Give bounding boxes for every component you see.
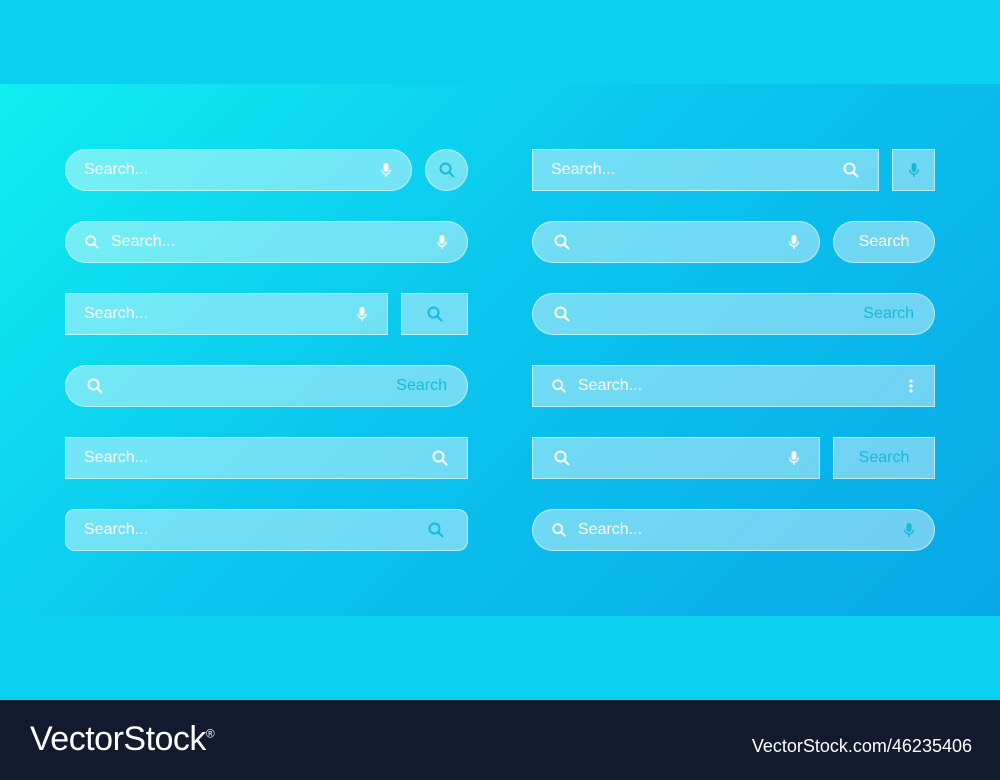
watermark-logo-text: VectorStock — [30, 720, 206, 758]
watermark-image-id: VectorStock.com/46235406 — [751, 736, 972, 756]
search-placeholder: Search... — [84, 161, 149, 178]
search-bar-left-1[interactable]: Search... — [65, 149, 412, 191]
search-placeholder: Search... — [84, 449, 149, 466]
search-icon — [553, 449, 571, 467]
more-vertical-icon[interactable] — [902, 377, 920, 395]
microphone-icon — [905, 161, 923, 179]
search-placeholder: Search... — [111, 233, 176, 250]
search-button-label: Search — [858, 233, 910, 250]
search-bar-left-4[interactable]: Search — [65, 365, 468, 407]
search-icon — [551, 522, 567, 538]
search-placeholder: Search... — [551, 161, 616, 178]
search-icon — [86, 377, 104, 395]
search-bar-right-6[interactable]: Search... — [532, 509, 935, 551]
search-bar-right-2[interactable] — [532, 221, 820, 263]
voice-search-button[interactable] — [892, 149, 935, 191]
search-bar-right-1[interactable]: Search... — [532, 149, 879, 191]
search-icon — [553, 233, 571, 251]
search-icon[interactable] — [842, 161, 860, 179]
search-bar-right-3[interactable]: Search — [532, 293, 935, 335]
search-bar-left-2[interactable]: Search... — [65, 221, 468, 263]
search-bar-left-3[interactable]: Search... — [65, 293, 388, 335]
search-icon — [438, 161, 456, 179]
watermark-logo: VectorStock® — [30, 720, 215, 759]
search-icon — [553, 305, 571, 323]
search-placeholder: Search... — [84, 521, 149, 538]
search-button-pill[interactable]: Search — [833, 221, 935, 263]
search-icon — [84, 234, 100, 250]
search-bar-right-4[interactable]: Search... — [532, 365, 935, 407]
registered-mark: ® — [205, 726, 215, 741]
search-icon — [551, 378, 567, 394]
microphone-icon[interactable] — [433, 233, 451, 251]
search-placeholder: Search... — [578, 521, 643, 538]
search-icon[interactable] — [431, 449, 449, 467]
search-button-rect[interactable]: Search — [833, 437, 935, 479]
search-button-label[interactable]: Search — [396, 377, 447, 395]
search-button-round[interactable] — [425, 149, 468, 191]
search-bar-right-5[interactable] — [532, 437, 820, 479]
search-button-label[interactable]: Search — [863, 305, 914, 323]
search-bar-left-6[interactable]: Search... — [65, 509, 468, 551]
microphone-icon[interactable] — [785, 233, 803, 251]
microphone-icon[interactable] — [377, 161, 395, 179]
search-placeholder: Search... — [578, 377, 643, 394]
microphone-icon[interactable] — [900, 521, 918, 539]
bottom-band — [0, 616, 1000, 700]
search-bar-left-5[interactable]: Search... — [65, 437, 468, 479]
search-icon — [426, 305, 444, 323]
microphone-icon[interactable] — [785, 449, 803, 467]
search-button-label: Search — [858, 449, 910, 466]
search-placeholder: Search... — [84, 305, 149, 322]
top-band — [0, 0, 1000, 84]
microphone-icon[interactable] — [353, 305, 371, 323]
search-button-square[interactable] — [401, 293, 468, 335]
search-icon[interactable] — [427, 521, 445, 539]
